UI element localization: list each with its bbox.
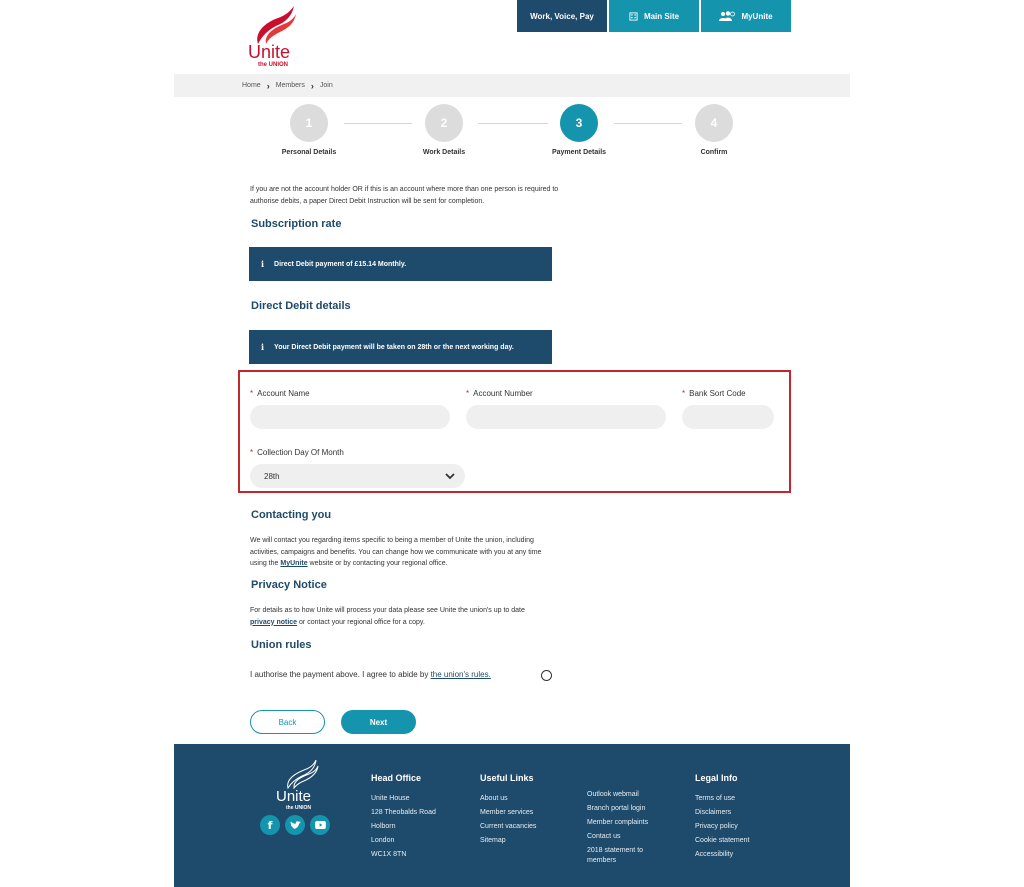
- union-rules-title: Union rules: [251, 639, 312, 651]
- breadcrumb-join: Join: [319, 82, 333, 89]
- footer-link-branch-portal[interactable]: Branch portal login: [587, 802, 667, 816]
- info-icon: i: [261, 342, 265, 352]
- footer-link-about[interactable]: About us: [480, 792, 536, 806]
- account-number-label: * Account Number: [466, 389, 533, 398]
- nav-label: MyUnite: [741, 11, 773, 21]
- footer-link-disclaimers[interactable]: Disclaimers: [695, 806, 749, 820]
- back-button[interactable]: Back: [250, 710, 325, 734]
- myunite-link[interactable]: MyUnite: [280, 560, 307, 567]
- footer-link-privacy[interactable]: Privacy policy: [695, 820, 749, 834]
- union-rules-text: I authorise the payment above. I agree t…: [250, 670, 491, 679]
- head-office-address: Unite House 128 Theobalds Road Holborn L…: [371, 795, 436, 858]
- subscription-info: i Direct Debit payment of £15.14 Monthly…: [249, 247, 552, 281]
- step-3-circle: 3: [560, 104, 598, 142]
- collection-day-value: 28th: [264, 471, 280, 481]
- collection-day-label: * Collection Day Of Month: [250, 448, 344, 457]
- breadcrumb: Home › Members › Join: [174, 74, 850, 97]
- footer-logo[interactable]: Unite the UNION: [274, 760, 324, 811]
- step-2-label: Work Details: [422, 149, 466, 156]
- subscription-info-text: Direct Debit payment of £15.14 Monthly.: [274, 260, 407, 268]
- footer-link-sitemap[interactable]: Sitemap: [480, 834, 536, 848]
- logo-text: Unite: [248, 42, 291, 62]
- legal-info-title: Legal Info: [695, 773, 738, 783]
- twitter-icon[interactable]: [285, 815, 305, 835]
- footer: Unite the UNION f Head Office Unite Hous…: [174, 744, 850, 887]
- step-connector: [614, 123, 682, 124]
- head-office-title: Head Office: [371, 773, 422, 783]
- privacy-title: Privacy Notice: [251, 579, 327, 591]
- step-connector: [478, 123, 548, 124]
- unite-logo[interactable]: Unite the UNION: [246, 4, 298, 70]
- logo-subtext: the UNION: [258, 62, 288, 68]
- footer-link-statement[interactable]: 2018 statement to members: [587, 844, 651, 866]
- footer-link-vacancies[interactable]: Current vacancies: [480, 820, 536, 834]
- step-3-label: Payment Details: [551, 149, 607, 156]
- footer-link-member-services[interactable]: Member services: [480, 806, 536, 820]
- footer-link-complaints[interactable]: Member complaints: [587, 816, 667, 830]
- chevron-down-icon: [445, 472, 455, 479]
- direct-debit-info: i Your Direct Debit payment will be take…: [249, 330, 552, 364]
- privacy-text: For details as to how Unite will process…: [250, 607, 525, 626]
- nav-main-site[interactable]: Main Site: [609, 0, 699, 32]
- collection-day-select[interactable]: 28th: [250, 464, 465, 488]
- contacting-text: We will contact you regarding items spec…: [250, 537, 542, 567]
- breadcrumb-members[interactable]: Members: [276, 82, 305, 89]
- nav-work-voice-pay[interactable]: Work, Voice, Pay: [517, 0, 607, 32]
- agree-radio[interactable]: [541, 670, 552, 681]
- chevron-right-icon: ›: [310, 80, 314, 91]
- nav-label: Main Site: [643, 11, 680, 21]
- youtube-icon[interactable]: [310, 815, 330, 835]
- footer-logo-text: Unite: [276, 788, 312, 805]
- chevron-right-icon: ›: [266, 80, 270, 91]
- footer-link-accessibility[interactable]: Accessibility: [695, 848, 749, 862]
- step-connector: [344, 123, 412, 124]
- facebook-icon[interactable]: f: [260, 815, 280, 835]
- legal-info-links: Terms of use Disclaimers Privacy policy …: [695, 792, 749, 862]
- privacy-notice-link[interactable]: privacy notice: [250, 619, 297, 626]
- useful-links-col1: About us Member services Current vacanci…: [480, 792, 536, 848]
- footer-link-terms[interactable]: Terms of use: [695, 792, 749, 806]
- direct-debit-info-text: Your Direct Debit payment will be taken …: [274, 343, 514, 351]
- nav-label: Work, Voice, Pay: [530, 11, 594, 21]
- sort-code-label: * Bank Sort Code: [682, 389, 746, 398]
- useful-links-col2: Outlook webmail Branch portal login Memb…: [587, 788, 667, 866]
- account-number-input[interactable]: [466, 405, 666, 429]
- users-icon: [719, 11, 736, 21]
- step-2-circle: 2: [425, 104, 463, 142]
- contacting-title: Contacting you: [251, 509, 332, 521]
- flame-icon: [287, 760, 319, 790]
- step-4-circle: 4: [695, 104, 733, 142]
- footer-logo-subtext: the UNION: [286, 805, 311, 811]
- info-icon: i: [261, 259, 265, 269]
- union-rules-link[interactable]: the union's rules.: [431, 670, 491, 679]
- breadcrumb-home[interactable]: Home: [242, 82, 261, 89]
- flame-icon: [257, 6, 296, 44]
- subscription-title: Subscription rate: [251, 218, 342, 230]
- footer-link-webmail[interactable]: Outlook webmail: [587, 788, 667, 802]
- building-icon: [629, 11, 638, 21]
- footer-link-contact[interactable]: Contact us: [587, 830, 667, 844]
- direct-debit-title: Direct Debit details: [251, 300, 351, 312]
- footer-link-cookies[interactable]: Cookie statement: [695, 834, 749, 848]
- step-1-circle: 1: [290, 104, 328, 142]
- next-button[interactable]: Next: [341, 710, 416, 734]
- step-4-label: Confirm: [700, 149, 728, 156]
- account-name-input[interactable]: [250, 405, 450, 429]
- account-holder-notice: If you are not the account holder OR if …: [250, 186, 559, 205]
- step-1-label: Personal Details: [281, 149, 337, 156]
- nav-myunite[interactable]: MyUnite: [701, 0, 791, 32]
- useful-links-title: Useful Links: [480, 773, 534, 783]
- account-name-label: * Account Name: [250, 389, 310, 398]
- sort-code-input[interactable]: [682, 405, 774, 429]
